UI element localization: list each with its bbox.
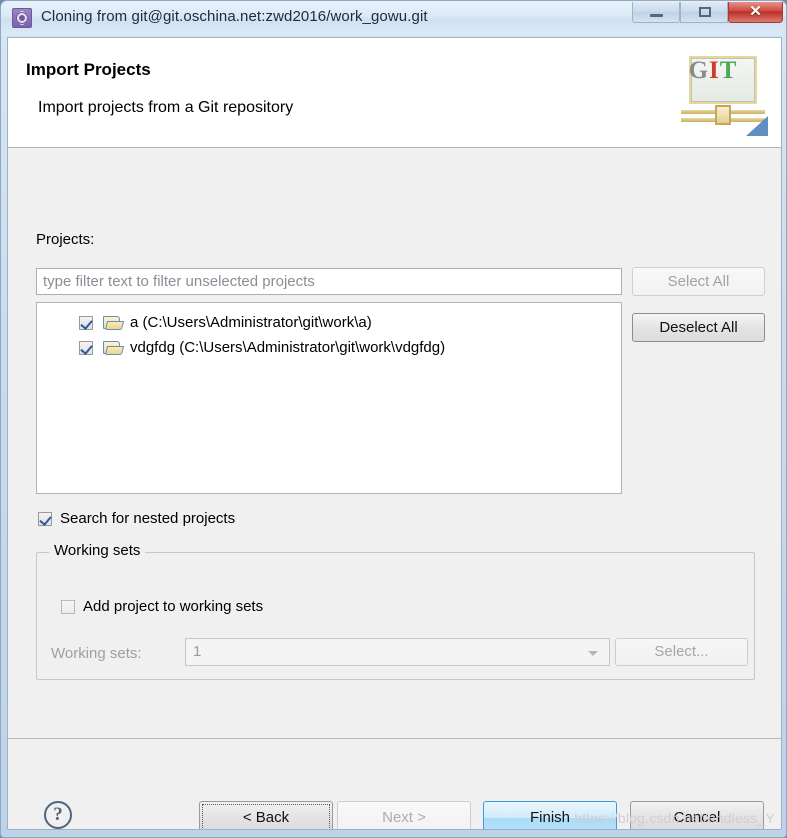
minimize-icon <box>650 14 663 17</box>
chevron-down-icon <box>588 651 598 656</box>
projects-label: Projects: <box>36 231 95 248</box>
help-icon[interactable]: ? <box>44 801 72 829</box>
list-item[interactable]: a (C:\Users\Administrator\git\work\a) <box>37 310 621 335</box>
window-title: Cloning from git@git.oschina.net:zwd2016… <box>41 8 428 25</box>
add-project-to-working-sets-checkbox[interactable] <box>61 599 75 614</box>
folder-icon <box>103 340 125 356</box>
search-nested-projects-checkbox[interactable] <box>38 511 52 526</box>
page-subtitle: Import projects from a Git repository <box>38 99 294 116</box>
dialog-window: Cloning from git@git.oschina.net:zwd2016… <box>0 0 787 838</box>
working-sets-label: Working sets: <box>51 645 142 662</box>
project-list[interactable]: a (C:\Users\Administrator\git\work\a) vd… <box>36 302 622 494</box>
working-sets-select-button[interactable]: Select... <box>615 638 748 666</box>
git-logo-letter-i: I <box>709 57 720 84</box>
project-label: a (C:\Users\Administrator\git\work\a) <box>130 314 372 331</box>
add-project-to-working-sets-label: Add project to working sets <box>83 598 264 615</box>
project-checkbox[interactable] <box>79 340 93 355</box>
dialog-client-area: Import Projects Import projects from a G… <box>7 37 782 830</box>
back-button[interactable]: < Back <box>199 801 333 829</box>
maximize-button[interactable] <box>680 2 728 23</box>
gear-icon <box>12 8 32 28</box>
wizard-body: Projects: a (C:\Users\Administrator\git\… <box>8 148 781 718</box>
corner-triangle-icon <box>746 116 768 136</box>
working-sets-group-label: Working sets <box>49 542 146 559</box>
git-banner-icon: GIT <box>679 48 769 140</box>
minimize-button[interactable] <box>632 2 680 23</box>
footer-divider <box>8 738 781 739</box>
git-logo-letter-g: G <box>688 57 710 84</box>
close-button[interactable]: ✕ <box>728 2 783 23</box>
wizard-header: Import Projects Import projects from a G… <box>8 38 781 148</box>
folder-icon <box>103 315 125 331</box>
title-bar: Cloning from git@git.oschina.net:zwd2016… <box>1 1 786 35</box>
project-checkbox[interactable] <box>79 315 93 330</box>
git-logo-letter-t: T <box>719 57 738 84</box>
page-title: Import Projects <box>26 60 151 79</box>
search-nested-projects-row[interactable]: Search for nested projects <box>38 510 235 527</box>
select-all-button[interactable]: Select All <box>632 267 765 296</box>
deselect-all-button[interactable]: Deselect All <box>632 313 765 342</box>
maximize-icon <box>699 7 711 17</box>
close-icon: ✕ <box>749 3 762 20</box>
next-button[interactable]: Next > <box>337 801 471 829</box>
working-sets-combo-value: 1 <box>193 643 202 660</box>
list-item[interactable]: vdgfdg (C:\Users\Administrator\git\work\… <box>37 335 621 360</box>
project-label: vdgfdg (C:\Users\Administrator\git\work\… <box>130 339 446 356</box>
watermark-text: https://blog.csdn.net/endless_Y <box>574 810 775 826</box>
add-project-to-working-sets-row[interactable]: Add project to working sets <box>61 598 263 615</box>
search-nested-projects-label: Search for nested projects <box>60 510 236 527</box>
project-filter-input[interactable] <box>36 268 622 295</box>
working-sets-group: Working sets Add project to working sets… <box>36 542 755 680</box>
working-sets-combo[interactable]: 1 <box>185 638 610 666</box>
